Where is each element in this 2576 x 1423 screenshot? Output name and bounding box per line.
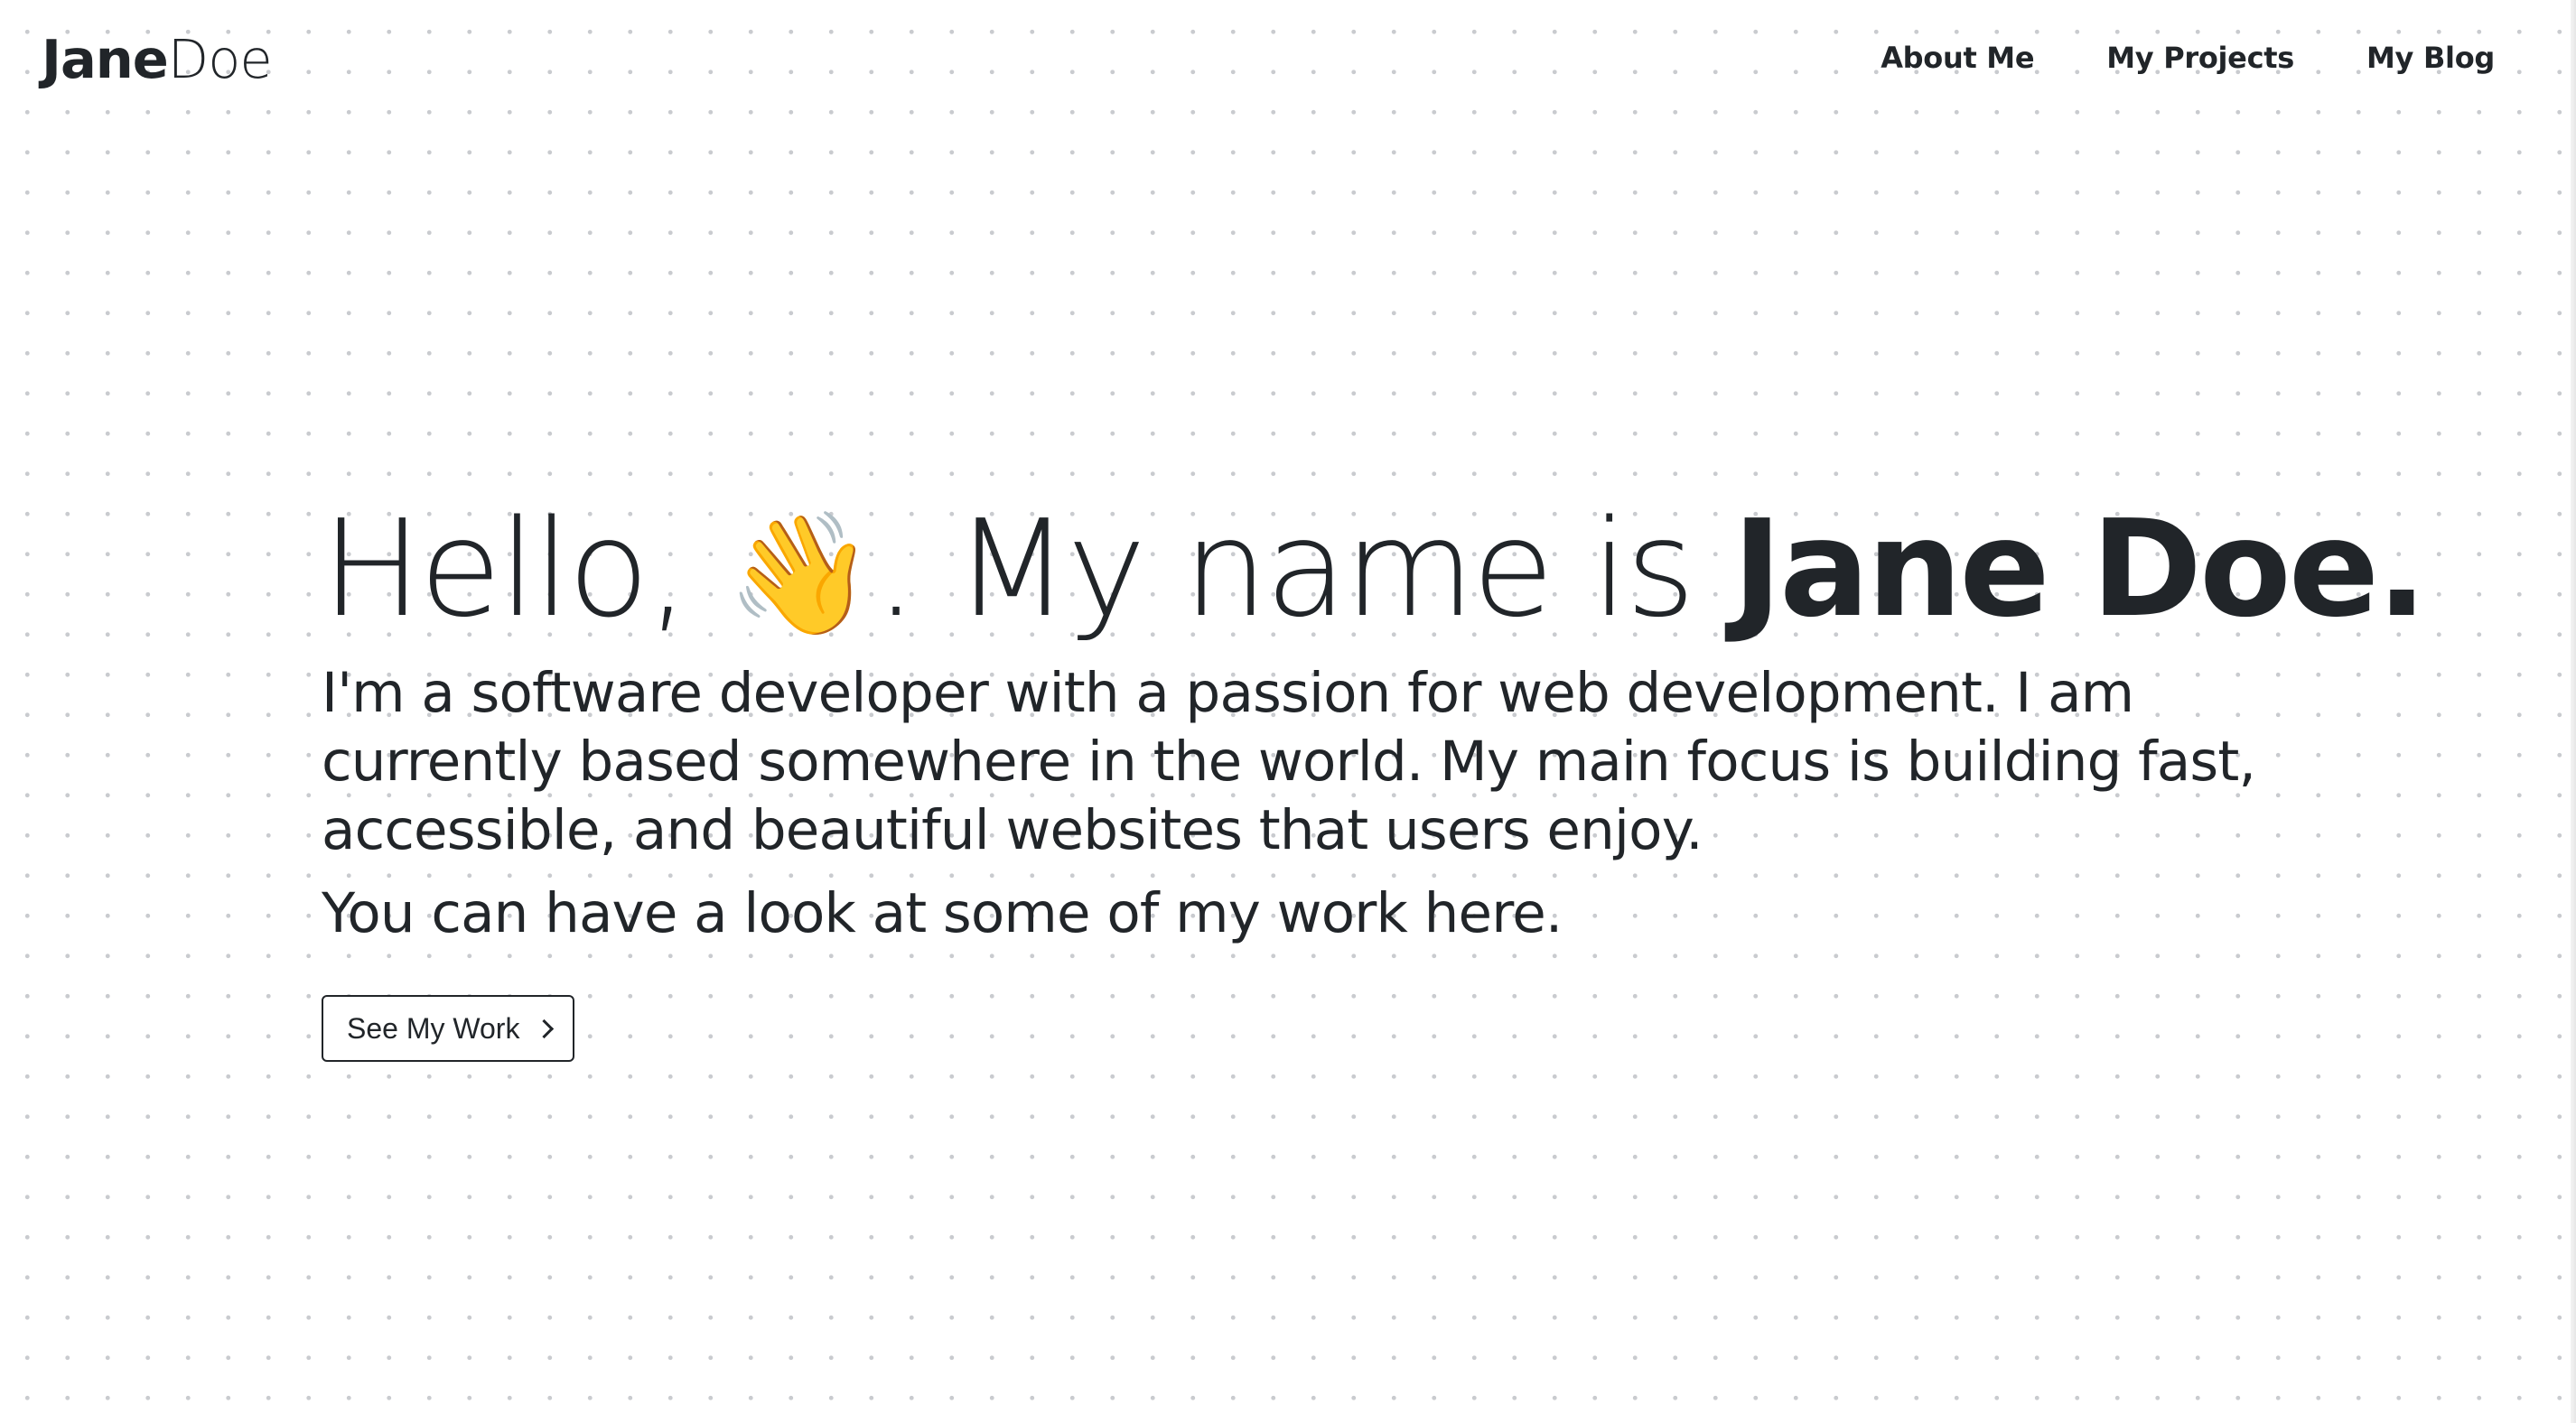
- page-scrollbar[interactable]: [2571, 0, 2576, 1423]
- waving-hand-icon: 👋: [726, 505, 875, 644]
- hero-section: Hello, 👋. My name is Jane Doe. I'm a sof…: [322, 488, 2427, 1062]
- hero-cta-text: You can have a look at some of my work h…: [322, 881, 1563, 945]
- brand-last-name: Doe: [167, 28, 273, 90]
- see-my-work-button[interactable]: See My Work: [322, 995, 575, 1062]
- see-my-work-label: See My Work: [347, 1011, 520, 1045]
- hero-title-name: Jane Doe.: [1732, 491, 2427, 646]
- nav-my-projects[interactable]: My Projects: [2106, 36, 2294, 79]
- hero-title-middle: . My name is: [874, 491, 1733, 646]
- nav-about-me[interactable]: About Me: [1881, 36, 2034, 79]
- hero-intro: I'm a software developer with a passion …: [322, 661, 2256, 862]
- nav-my-blog[interactable]: My Blog: [2366, 36, 2495, 79]
- hero-title-prefix: Hello,: [322, 491, 727, 646]
- hero-title: Hello, 👋. My name is Jane Doe.: [322, 488, 2427, 656]
- main-nav: About Me My Projects My Blog: [1881, 36, 2495, 79]
- brand-first-name: Jane: [42, 28, 169, 90]
- brand-logo[interactable]: JaneDoe: [42, 23, 273, 96]
- chevron-right-icon: [535, 1018, 555, 1038]
